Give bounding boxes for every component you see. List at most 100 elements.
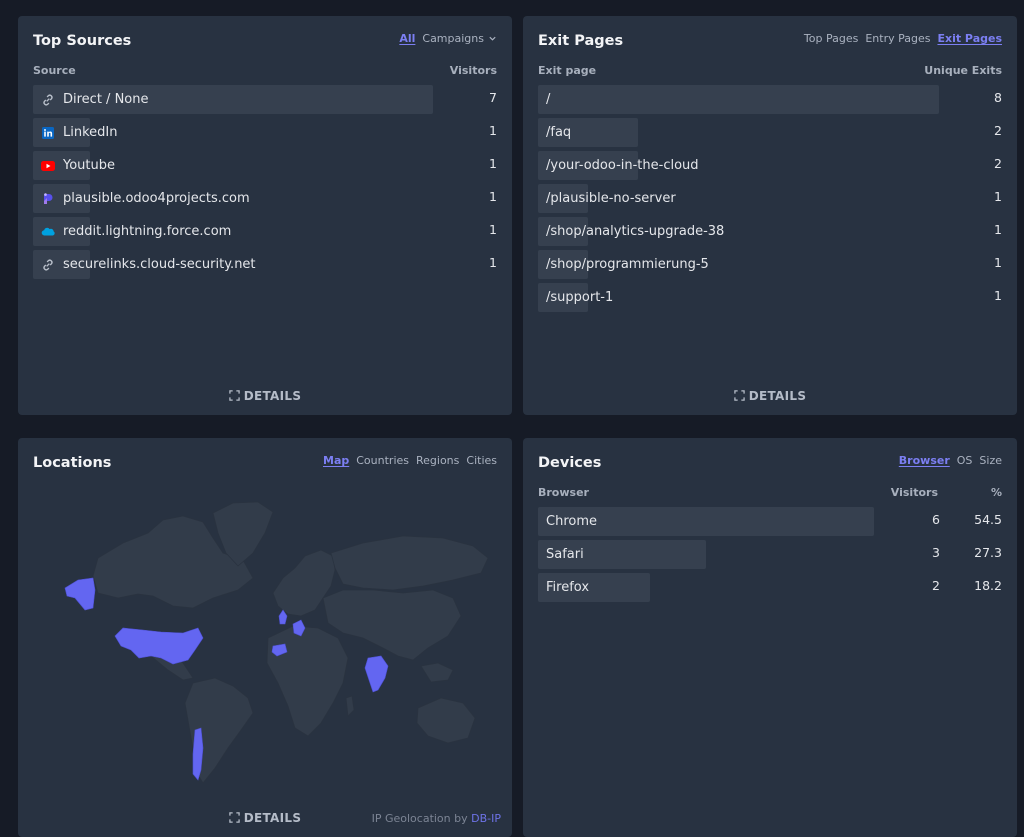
chevron-down-icon [489, 36, 496, 41]
source-name: reddit.lightning.force.com [63, 224, 232, 239]
list-item[interactable]: / 8 [538, 84, 1002, 117]
tab-os[interactable]: OS [957, 454, 973, 467]
exit-pages-card: Exit Pages Top Pages Entry Pages Exit Pa… [523, 16, 1017, 415]
tab-exit-pages[interactable]: Exit Pages [937, 32, 1002, 45]
linkedin-icon [41, 126, 55, 140]
source-name: Youtube [63, 158, 115, 173]
exit-count: 2 [994, 156, 1002, 171]
details-label: DETAILS [243, 389, 302, 403]
tab-map[interactable]: Map [323, 454, 349, 467]
expand-icon [228, 812, 240, 823]
list-item[interactable]: Youtube 1 [33, 150, 497, 183]
column-header-percent: % [990, 486, 1002, 499]
list-item[interactable]: /shop/programmierung-5 1 [538, 249, 1002, 282]
visitor-count: 1 [489, 255, 497, 270]
tab-entry-pages[interactable]: Entry Pages [865, 32, 930, 45]
list-item[interactable]: Chrome 6 54.5 [538, 506, 1002, 539]
list-item[interactable]: /your-odoo-in-the-cloud 2 [538, 150, 1002, 183]
link-icon [41, 93, 55, 107]
visitor-count: 3 [932, 545, 940, 560]
visitor-count: 6 [932, 512, 940, 527]
list-item[interactable]: Firefox 2 18.2 [538, 572, 1002, 605]
visitor-percent: 27.3 [974, 545, 1002, 560]
visitor-count: 2 [932, 578, 940, 593]
page-path: /plausible-no-server [546, 191, 676, 206]
page-path: / [546, 92, 551, 107]
exit-pages-title: Exit Pages [538, 33, 624, 49]
top-sources-details-button[interactable]: DETAILS [18, 389, 512, 403]
column-header-browser: Browser [538, 486, 589, 499]
list-item[interactable]: LinkedIn 1 [33, 117, 497, 150]
visitor-count: 1 [489, 123, 497, 138]
exit-count: 1 [994, 189, 1002, 204]
details-label: DETAILS [243, 811, 302, 825]
tab-countries[interactable]: Countries [356, 454, 409, 467]
row-bar [538, 85, 939, 114]
page-path: /shop/programmierung-5 [546, 257, 709, 272]
list-item[interactable]: /plausible-no-server 1 [538, 183, 1002, 216]
world-map[interactable] [43, 498, 488, 788]
geolocation-credit-text: IP Geolocation by [371, 812, 468, 825]
list-item[interactable]: /faq 2 [538, 117, 1002, 150]
exit-pages-list: / 8 /faq 2 /your-odoo-in-the-cloud 2 /pl… [538, 84, 1002, 315]
tab-size[interactable]: Size [979, 454, 1002, 467]
list-item[interactable]: plausible.odoo4projects.com 1 [33, 183, 497, 216]
page-path: /support-1 [546, 290, 614, 305]
list-item[interactable]: Direct / None 7 [33, 84, 497, 117]
exit-count: 8 [994, 90, 1002, 105]
tab-top-pages[interactable]: Top Pages [804, 32, 858, 45]
visitor-count: 1 [489, 189, 497, 204]
tab-regions[interactable]: Regions [416, 454, 459, 467]
salesforce-icon [41, 225, 55, 239]
map-country-india[interactable] [364, 655, 389, 693]
exit-pages-details-button[interactable]: DETAILS [523, 389, 1017, 403]
devices-title: Devices [538, 455, 602, 471]
map-region-africa[interactable] [266, 625, 349, 737]
geolocation-credit: IP Geolocation by DB-IP [372, 812, 501, 825]
source-name: plausible.odoo4projects.com [63, 191, 250, 206]
tab-cities[interactable]: Cities [466, 454, 497, 467]
list-item[interactable]: securelinks.cloud-security.net 1 [33, 249, 497, 282]
devices-card: Devices Browser OS Size Browser Visitors… [523, 438, 1017, 837]
column-header-exit-page: Exit page [538, 64, 597, 77]
link-icon [41, 258, 55, 272]
tab-browser[interactable]: Browser [899, 454, 950, 467]
visitor-percent: 54.5 [974, 512, 1002, 527]
browser-name: Chrome [546, 514, 597, 529]
locations-title: Locations [33, 455, 112, 471]
list-item[interactable]: /shop/analytics-upgrade-38 1 [538, 216, 1002, 249]
map-region-madagascar[interactable] [345, 695, 355, 717]
page-path: /your-odoo-in-the-cloud [546, 158, 699, 173]
column-header-visitors: Visitors [890, 486, 938, 499]
exit-count: 1 [994, 288, 1002, 303]
tab-campaigns[interactable]: Campaigns [422, 32, 497, 45]
browser-name: Firefox [546, 580, 590, 595]
exit-count: 2 [994, 123, 1002, 138]
column-header-source: Source [33, 64, 76, 77]
map-country-alaska[interactable] [64, 577, 96, 611]
top-sources-tabs: All Campaigns [399, 32, 497, 45]
map-region-australia[interactable] [416, 697, 476, 744]
browser-list: Chrome 6 54.5 Safari 3 27.3 Firefox 2 18… [538, 506, 1002, 605]
devices-tabs: Browser OS Size [899, 454, 1002, 467]
visitor-count: 1 [489, 156, 497, 171]
locations-card: Locations Map Countries Regions Cities D… [18, 438, 512, 837]
map-region-russia[interactable] [330, 535, 488, 591]
plausible-icon [41, 192, 55, 206]
expand-icon [733, 390, 745, 401]
tab-campaigns-label: Campaigns [422, 32, 484, 45]
column-header-visitors: Visitors [449, 64, 497, 77]
list-item[interactable]: reddit.lightning.force.com 1 [33, 216, 497, 249]
source-name: Direct / None [63, 92, 149, 107]
exit-count: 1 [994, 255, 1002, 270]
map-region-southeast-asia[interactable] [420, 662, 454, 683]
locations-tabs: Map Countries Regions Cities [323, 454, 497, 467]
list-item[interactable]: Safari 3 27.3 [538, 539, 1002, 572]
tab-all[interactable]: All [399, 32, 415, 45]
exit-count: 1 [994, 222, 1002, 237]
db-ip-link[interactable]: DB-IP [471, 812, 501, 825]
youtube-icon [41, 159, 55, 173]
visitor-count: 1 [489, 222, 497, 237]
list-item[interactable]: /support-1 1 [538, 282, 1002, 315]
source-name: LinkedIn [63, 125, 118, 140]
